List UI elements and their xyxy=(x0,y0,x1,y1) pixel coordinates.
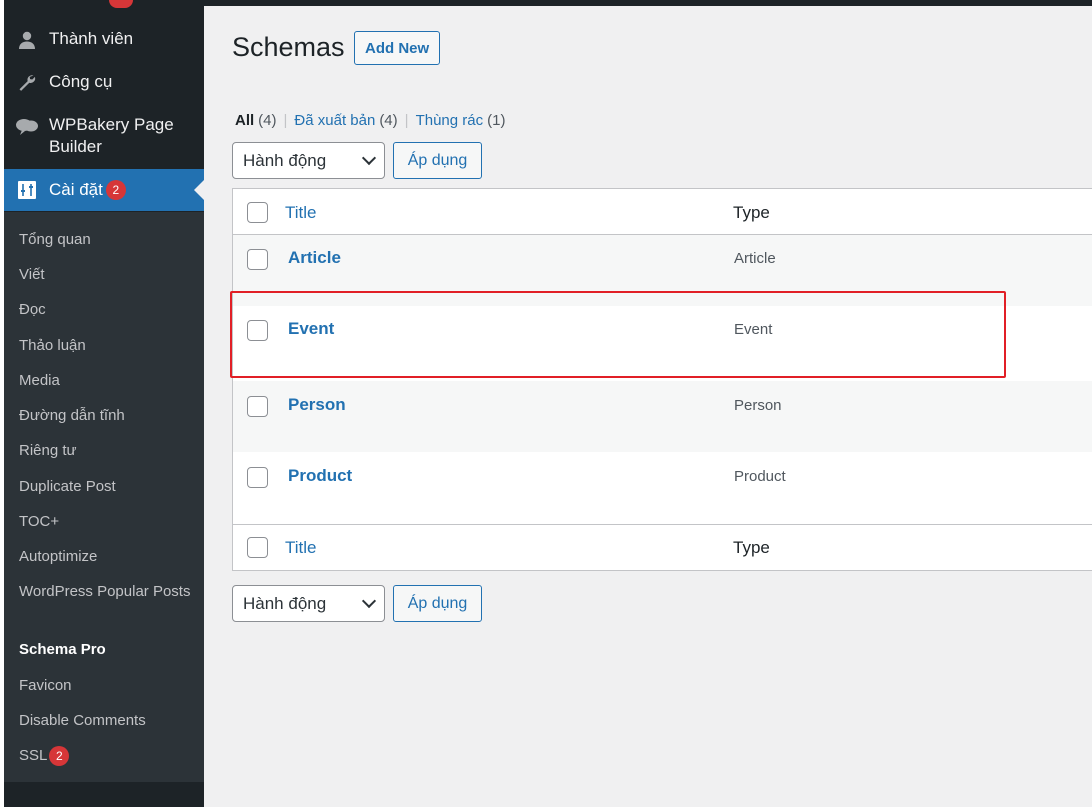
bulk-action-selected: Hành động xyxy=(243,593,327,613)
bulk-action-select-bottom[interactable]: Hành động xyxy=(232,585,385,622)
wpbakery-cloud-icon xyxy=(4,114,49,136)
row-checkbox[interactable] xyxy=(247,396,268,417)
row-checkbox[interactable] xyxy=(247,249,268,270)
settings-sliders-icon xyxy=(4,180,49,200)
submenu-item-writing[interactable]: Viết xyxy=(19,263,194,286)
status-filter-links: All (4) | Đã xuất bản (4) | Thùng rác (1) xyxy=(235,112,505,129)
submenu-item-discussion[interactable]: Thảo luận xyxy=(19,334,194,357)
wrench-icon xyxy=(4,71,49,93)
column-header-title[interactable]: Title xyxy=(285,203,317,223)
submenu-item-media[interactable]: Media xyxy=(19,369,194,392)
submenu-item-general[interactable]: Tổng quan xyxy=(19,228,194,251)
table-row: Product Product xyxy=(233,452,1092,524)
submenu-item-disable-comments[interactable]: Disable Comments xyxy=(19,709,194,732)
select-all-checkbox[interactable] xyxy=(247,202,268,223)
page-title: Schemas xyxy=(232,32,345,62)
row-title-link[interactable]: Product xyxy=(288,466,352,486)
submenu-item-permalinks[interactable]: Đường dẫn tĩnh xyxy=(19,404,194,427)
submenu-item-reading[interactable]: Đọc xyxy=(19,298,194,321)
apply-button[interactable]: Áp dụng xyxy=(393,142,482,179)
settings-submenu: Tổng quan Viết Đọc Thảo luận Media Đường… xyxy=(4,212,204,782)
filter-separator: | xyxy=(283,112,288,129)
filter-trash[interactable]: Thùng rác (1) xyxy=(416,112,506,129)
submenu-item-schema-pro[interactable]: Schema Pro xyxy=(19,638,194,661)
column-footer-type: Type xyxy=(733,538,770,557)
schemas-table: Title Type Article Article Event Event P… xyxy=(232,188,1092,571)
bulk-actions-top: Hành động Áp dụng xyxy=(232,142,482,179)
row-title-link[interactable]: Article xyxy=(288,248,341,268)
highlight-box xyxy=(230,291,1006,378)
table-header-row: Title Type xyxy=(233,189,1092,235)
table-footer-row: Title Type xyxy=(233,524,1092,570)
main-content: Schemas Add New All (4) | Đã xuất bản (4) … xyxy=(204,6,1092,807)
menu-label: Cài đặt xyxy=(49,180,103,199)
submenu-item-privacy[interactable]: Riêng tư xyxy=(19,439,194,462)
menu-label: WPBakery Page Builder xyxy=(49,115,174,156)
menu-item-settings[interactable]: Cài đặt 2 xyxy=(4,169,204,211)
chevron-down-icon xyxy=(361,150,377,166)
admin-sidebar: Thành viên Công cụ WPBakery Page Builder… xyxy=(4,0,204,807)
sidebar-footer xyxy=(4,782,204,807)
notification-badge xyxy=(109,0,133,8)
row-type: Product xyxy=(734,468,786,485)
apply-button-bottom[interactable]: Áp dụng xyxy=(393,585,482,622)
filter-all[interactable]: All (4) xyxy=(235,112,277,129)
row-checkbox[interactable] xyxy=(247,467,268,488)
submenu-item-toc[interactable]: TOC+ xyxy=(19,510,194,533)
column-header-type: Type xyxy=(733,203,770,222)
menu-label: Công cụ xyxy=(49,72,113,91)
submenu-item-popular-posts[interactable]: WordPress Popular Posts xyxy=(19,580,194,603)
table-row: Person Person xyxy=(233,381,1092,452)
row-type: Person xyxy=(734,397,782,414)
submenu-item-duplicate-post[interactable]: Duplicate Post xyxy=(19,475,194,498)
bulk-action-select[interactable]: Hành động xyxy=(232,142,385,179)
bulk-actions-bottom: Hành động Áp dụng xyxy=(232,585,482,622)
user-icon xyxy=(4,28,49,50)
update-count-badge: 2 xyxy=(105,180,126,200)
active-indicator-arrow xyxy=(194,180,204,200)
chevron-down-icon xyxy=(361,593,377,609)
add-new-button[interactable]: Add New xyxy=(354,31,441,65)
select-all-checkbox-footer[interactable] xyxy=(247,537,268,558)
submenu-item-ssl[interactable]: SSL 2 xyxy=(19,744,194,767)
menu-label: Thành viên xyxy=(49,29,134,48)
submenu-item-autoptimize[interactable]: Autoptimize xyxy=(19,545,194,568)
ssl-count-badge: 2 xyxy=(49,746,70,767)
menu-item-tools[interactable]: Công cụ xyxy=(4,71,204,93)
filter-published[interactable]: Đã xuất bản (4) xyxy=(294,112,397,129)
submenu-label: SSL xyxy=(19,747,48,764)
row-type: Article xyxy=(734,250,776,267)
filter-separator: | xyxy=(404,112,409,129)
row-title-link[interactable]: Person xyxy=(288,395,346,415)
menu-item-wpbakery[interactable]: WPBakery Page Builder xyxy=(4,114,204,158)
submenu-item-favicon[interactable]: Favicon xyxy=(19,674,194,697)
column-footer-title[interactable]: Title xyxy=(285,538,317,558)
bulk-action-selected: Hành động xyxy=(243,150,327,170)
menu-item-users[interactable]: Thành viên xyxy=(4,28,204,50)
